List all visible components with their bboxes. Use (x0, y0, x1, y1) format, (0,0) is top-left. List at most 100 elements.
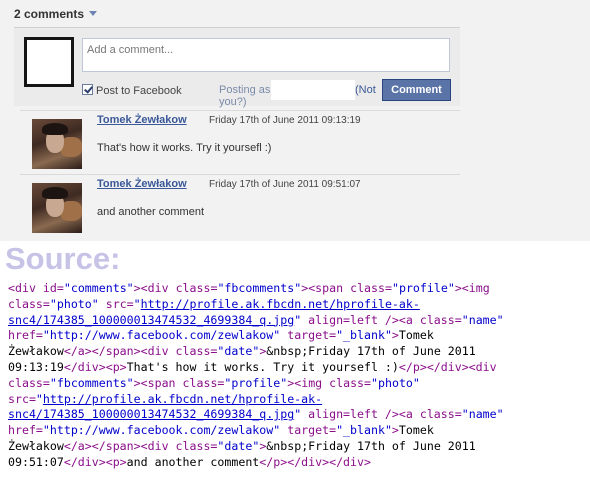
comment-item: Tomek Żewłakow Friday 17th of June 2011 … (20, 174, 460, 240)
source-code-token: "photo" (49, 296, 99, 311)
chevron-down-icon[interactable] (89, 11, 98, 16)
source-code-token: "profile" (391, 281, 455, 295)
current-user-avatar (24, 37, 74, 87)
source-code-token: </div><p> (63, 359, 127, 374)
source-code-token: Tomek (398, 328, 434, 343)
source-code-token: href= (8, 423, 43, 438)
comment-text: That's how it works. Try it yoursefl :) (97, 142, 272, 154)
comments-count-toggle[interactable]: 2 comments (14, 7, 98, 21)
source-code-token: </div><p> (63, 454, 127, 469)
source-code-token: </a></span><div (63, 438, 176, 453)
source-code-token: "photo" (371, 375, 420, 390)
source-code-token: "fbcomments" (49, 375, 134, 390)
source-code-line: <div id="comments"><div class="fbcomment… (8, 281, 588, 297)
source-code-token: ><img (454, 281, 490, 295)
commenter-name-link[interactable]: Tomek Żewłakow (97, 178, 187, 190)
comment-text: and another comment (97, 206, 205, 218)
source-code-token: <div (8, 281, 43, 295)
posting-as-label: Posting as you?) (219, 84, 271, 108)
source-code-token: " (133, 296, 141, 311)
source-code-token: src= (98, 296, 134, 311)
source-code-token: id= (42, 281, 64, 295)
source-code-token: "date" (217, 438, 260, 453)
source-code-token: 09:13:19 (8, 359, 64, 374)
source-code-token: "_blank" (336, 328, 392, 343)
source-code-token: class= (350, 281, 392, 295)
source-code-token: &nbsp;Friday 17th of June 2011 (266, 438, 476, 453)
comment-date: Friday 17th of June 2011 09:13:19 (209, 115, 361, 126)
not-you-link[interactable]: (Not (355, 84, 376, 96)
source-code-token: class= (175, 281, 218, 295)
source-code-line: class="fbcomments"><span class="profile"… (8, 376, 588, 392)
comment-item: Tomek Żewłakow Friday 17th of June 2011 … (20, 110, 460, 174)
source-code-token: </a></span><div (63, 344, 176, 359)
comment-composer: Add a comment... Post to Facebook Postin… (14, 27, 460, 108)
source-code-line: 09:51:07</div><p>and another comment</p>… (8, 455, 588, 471)
source-code-token: class= (419, 407, 462, 422)
source-code-token: </p></div></div> (259, 454, 371, 469)
source-code-token: href= (8, 328, 43, 343)
commenter-avatar[interactable] (32, 119, 82, 169)
source-code-token: "comments" (63, 281, 134, 295)
source-code-token: src= (8, 391, 36, 406)
source-code-block: <div id="comments"><div class="fbcomment… (8, 281, 588, 471)
commenter-name-link[interactable]: Tomek Żewłakow (97, 114, 187, 126)
comment-date: Friday 17th of June 2011 09:51:07 (209, 179, 361, 190)
source-code-token: class= (8, 296, 50, 311)
source-code-token: "fbcomments" (217, 281, 302, 295)
source-code-token: Żewłakow (8, 438, 64, 453)
source-code-line: Żewłakow</a></span><div class="date">&nb… (8, 344, 588, 360)
source-code-token: align=left /><a (301, 312, 420, 327)
source-code-token: "http://www.facebook.com/zewlakow" (42, 328, 281, 343)
source-code-token: ><span (133, 375, 183, 390)
source-code-token: class= (419, 312, 462, 327)
source-code-token: &nbsp;Friday 17th of June 2011 (266, 344, 476, 359)
facebook-comments-widget: 2 comments Add a comment... Post to Face… (0, 0, 590, 241)
source-code-line: href="http://www.facebook.com/zewlakow" … (8, 328, 588, 344)
source-code-token: "name" (461, 312, 504, 327)
source-code-token: </p></div><div (398, 359, 497, 374)
source-code-token: class= (175, 344, 218, 359)
source-code-token: > (391, 423, 399, 438)
source-code-token: > (391, 328, 399, 343)
post-to-facebook-label: Post to Facebook (96, 85, 182, 97)
source-code-line: 09:13:19</div><p>That's how it works. Tr… (8, 360, 588, 376)
source-code-token: class= (8, 375, 50, 390)
source-code-token: target= (280, 423, 337, 438)
source-code-token: class= (329, 375, 372, 390)
source-code-token: "_blank" (336, 423, 392, 438)
source-code-token: Tomek (398, 423, 434, 438)
posting-as-name-field (271, 80, 355, 100)
source-code-token: and another comment (126, 454, 260, 469)
source-code-token: ><img (287, 375, 330, 390)
source-code-token: class= (182, 375, 225, 390)
comment-button[interactable]: Comment (382, 79, 451, 101)
source-code-token: "http://www.facebook.com/zewlakow" (42, 423, 281, 438)
source-heading: Source: (5, 241, 121, 276)
source-code-line: snc4/174385_100000013474532_4699384_q.jp… (8, 313, 588, 329)
source-code-url-link[interactable]: snc4/174385_100000013474532_4699384_q.jp… (8, 407, 294, 421)
checkbox-checked-icon[interactable] (82, 84, 93, 95)
source-code-line: snc4/174385_100000013474532_4699384_q.jp… (8, 407, 588, 423)
source-code-token: "date" (217, 344, 260, 359)
source-code-token: Żewłakow (8, 344, 64, 359)
source-code-token: " (35, 391, 43, 406)
source-code-token: align=left /><a (301, 407, 420, 422)
comment-input[interactable]: Add a comment... (82, 38, 450, 72)
post-to-facebook-option[interactable]: Post to Facebook (82, 84, 182, 97)
source-code-url-link[interactable]: http://profile.ak.fbcdn.net/hprofile-ak- (141, 297, 420, 311)
source-code-url-link[interactable]: snc4/174385_100000013474532_4699384_q.jp… (8, 313, 294, 327)
source-code-token: target= (280, 328, 337, 343)
source-code-line: src="http://profile.ak.fbcdn.net/hprofil… (8, 392, 588, 408)
source-code-token: class= (175, 438, 218, 453)
source-code-token: ><span (301, 281, 351, 295)
source-code-token: That's how it works. Try it yoursefl :) (126, 359, 399, 374)
commenter-avatar[interactable] (32, 183, 82, 233)
source-code-token: 09:51:07 (8, 454, 64, 469)
comment-input-placeholder: Add a comment... (87, 44, 174, 56)
source-code-token: "name" (461, 407, 504, 422)
source-code-url-link[interactable]: http://profile.ak.fbcdn.net/hprofile-ak- (43, 392, 322, 406)
source-code-line: class="photo" src="http://profile.ak.fbc… (8, 297, 588, 313)
source-code-token: ><div (133, 281, 176, 295)
source-code-token: "profile" (224, 375, 288, 390)
